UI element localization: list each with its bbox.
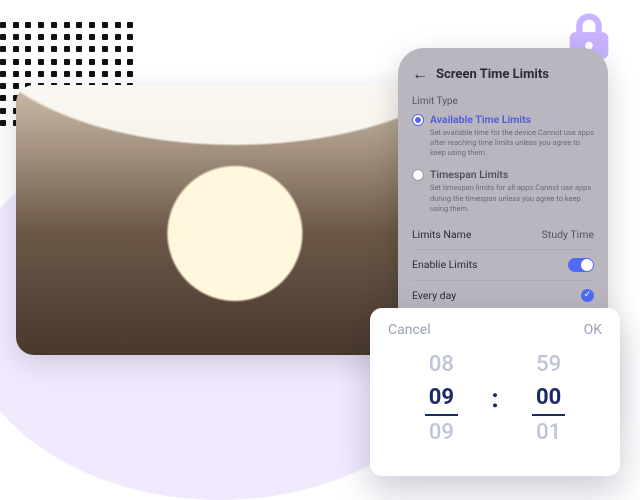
minute-selected: 00 bbox=[532, 381, 565, 416]
hour-prev: 08 bbox=[429, 348, 454, 381]
minute-wheel[interactable]: 59 00 01 bbox=[517, 348, 581, 449]
option-timespan-limits[interactable]: Timespan Limits bbox=[412, 168, 594, 181]
option-description: Set available time for the device.Cannot… bbox=[430, 128, 594, 158]
ok-button[interactable]: OK bbox=[584, 322, 602, 338]
time-picker: Cancel OK 08 09 09 : 59 00 01 bbox=[370, 308, 620, 476]
row-limits-name[interactable]: Limits Name Study Time bbox=[412, 224, 594, 249]
cancel-button[interactable]: Cancel bbox=[388, 322, 431, 338]
row-label: Every day bbox=[412, 289, 456, 302]
radio-selected-icon bbox=[412, 114, 424, 126]
option-label: Timespan Limits bbox=[430, 168, 508, 181]
row-every-day[interactable]: Every day ✓ bbox=[412, 280, 594, 310]
back-icon[interactable]: ← bbox=[412, 66, 428, 82]
page-title: Screen Time Limits bbox=[436, 67, 549, 82]
option-description: Set timespan limits for all apps.Cannot … bbox=[430, 183, 594, 213]
minute-next: 01 bbox=[536, 416, 561, 449]
row-label: Limits Name bbox=[412, 228, 471, 241]
hour-selected: 09 bbox=[425, 381, 458, 416]
row-enable-limits[interactable]: Enablie Limits bbox=[412, 249, 594, 280]
row-label: Enablie Limits bbox=[412, 258, 477, 271]
option-available-time-limits[interactable]: Available Time Limits bbox=[412, 113, 594, 126]
radio-unselected-icon bbox=[412, 169, 424, 181]
hero-photo bbox=[16, 85, 414, 355]
hour-next: 09 bbox=[429, 416, 454, 449]
toggle-on-icon[interactable] bbox=[568, 258, 594, 272]
row-value: Study Time bbox=[542, 228, 594, 241]
time-colon: : bbox=[491, 384, 498, 414]
minute-prev: 59 bbox=[536, 348, 561, 381]
check-selected-icon: ✓ bbox=[581, 289, 594, 302]
hour-wheel[interactable]: 08 09 09 bbox=[409, 348, 473, 449]
option-label: Available Time Limits bbox=[430, 113, 531, 126]
section-limit-type: Limit Type bbox=[412, 96, 594, 107]
